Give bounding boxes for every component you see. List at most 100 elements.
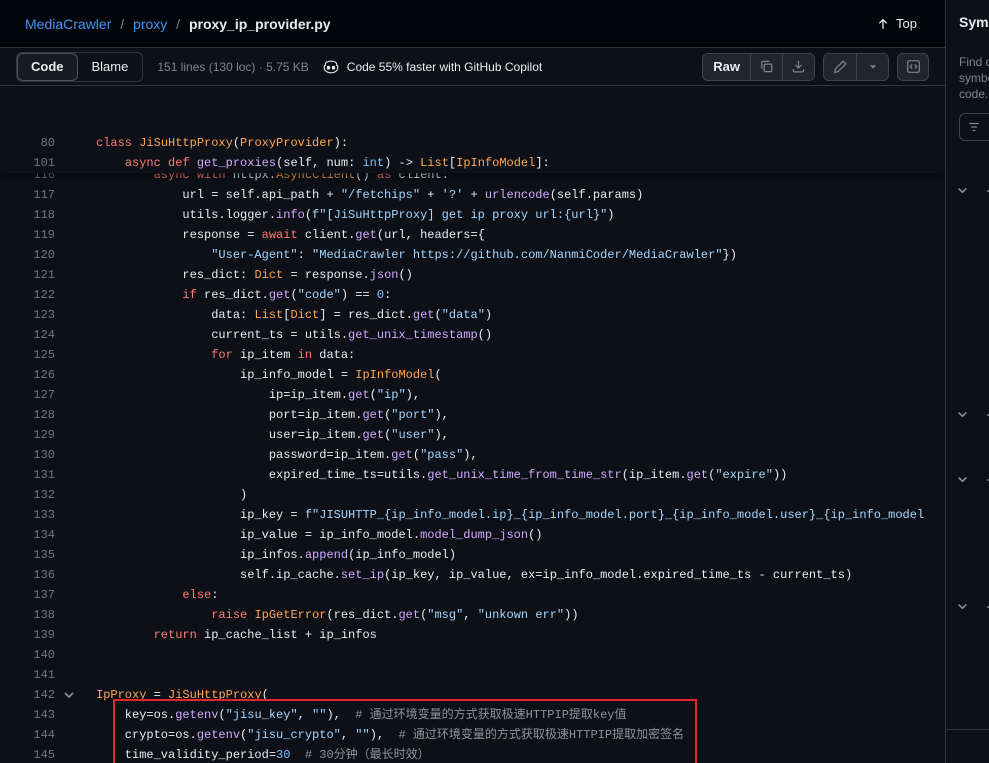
chevron-down-icon: [956, 473, 969, 486]
arrow-up-icon: [876, 17, 890, 31]
copy-icon: [759, 59, 774, 74]
code-text: ip=ip_item.get("ip"),: [55, 385, 420, 405]
symbols-panel-title: Symbols: [959, 14, 989, 30]
line-number[interactable]: 128: [0, 405, 55, 425]
code-text: if res_dict.get("code") == 0:: [55, 285, 391, 305]
code-line-141: 141: [0, 665, 945, 685]
line-number[interactable]: 118: [0, 205, 55, 225]
code-text: "User-Agent": "MediaCrawler https://gith…: [55, 245, 737, 265]
line-number[interactable]: 130: [0, 445, 55, 465]
raw-button[interactable]: Raw: [703, 54, 750, 80]
code-text: ip_value = ip_info_model.model_dump_json…: [55, 525, 543, 545]
code-line-125: 125 for ip_item in data:: [0, 345, 945, 365]
tab-code[interactable]: Code: [17, 53, 78, 81]
line-number[interactable]: 117: [0, 185, 55, 205]
symbol-group-item[interactable]: [956, 408, 989, 421]
breadcrumb: MediaCrawler / proxy / proxy_ip_provider…: [25, 16, 331, 32]
code-line-137: 137 else:: [0, 585, 945, 605]
edit-dropdown-button[interactable]: [856, 54, 888, 80]
code-line-140: 140: [0, 645, 945, 665]
symbols-panel: Symbols Find definitions and references …: [945, 0, 989, 763]
code-text: ip_info_model = IpInfoModel(: [55, 365, 442, 385]
symbols-filter-input[interactable]: [959, 113, 989, 141]
code-line-127: 127 ip=ip_item.get("ip"),: [0, 385, 945, 405]
download-raw-button[interactable]: [782, 54, 814, 80]
symbols-panel-toggle-button[interactable]: [897, 53, 929, 81]
code-text: ip_key = f"JISUHTTP_{ip_info_model.ip}_{…: [55, 505, 924, 525]
code-line-80: 80class JiSuHttpProxy(ProxyProvider):: [0, 133, 945, 153]
code-line-131: 131 expired_time_ts=utils.get_unix_time_…: [0, 465, 945, 485]
code-text: user=ip_item.get("user"),: [55, 425, 449, 445]
line-number[interactable]: 126: [0, 365, 55, 385]
back-to-top-button[interactable]: Top: [868, 12, 925, 35]
line-number[interactable]: 101: [0, 153, 55, 173]
code-line-143: 143 key=os.getenv("jisu_key", ""), # 通过环…: [0, 705, 945, 725]
line-number[interactable]: 120: [0, 245, 55, 265]
code-text: class JiSuHttpProxy(ProxyProvider):: [55, 133, 348, 153]
collapse-chevron-icon[interactable]: [62, 688, 76, 702]
symbols-panel-description: Find definitions and references for func…: [959, 54, 989, 102]
line-number[interactable]: 140: [0, 645, 55, 665]
breadcrumb-dir-link[interactable]: proxy: [133, 16, 167, 32]
edit-file-button[interactable]: [824, 54, 856, 80]
line-number[interactable]: 129: [0, 425, 55, 445]
symbol-group-item[interactable]: [956, 600, 989, 613]
line-number[interactable]: 144: [0, 725, 55, 745]
line-number[interactable]: 135: [0, 545, 55, 565]
symbol-group-item[interactable]: [956, 184, 989, 197]
line-number[interactable]: 125: [0, 345, 55, 365]
code-text: res_dict: Dict = response.json(): [55, 265, 413, 285]
symbol-group-item[interactable]: [956, 473, 989, 486]
breadcrumb-repo-link[interactable]: MediaCrawler: [25, 16, 111, 32]
code-line-101: 101 async def get_proxies(self, num: int…: [0, 153, 945, 173]
line-number[interactable]: 80: [0, 133, 55, 153]
line-number[interactable]: 145: [0, 745, 55, 763]
line-number[interactable]: 123: [0, 305, 55, 325]
line-number[interactable]: 143: [0, 705, 55, 725]
breadcrumb-separator: /: [176, 16, 180, 32]
chevron-down-icon: [956, 600, 969, 613]
line-number[interactable]: 137: [0, 585, 55, 605]
code-line-118: 118 utils.logger.info(f"[JiSuHttpProxy] …: [0, 205, 945, 225]
code-blame-switcher: Code Blame: [16, 52, 143, 82]
tab-blame[interactable]: Blame: [78, 53, 143, 81]
line-number[interactable]: 141: [0, 665, 55, 685]
code-text: utils.logger.info(f"[JiSuHttpProxy] get …: [55, 205, 615, 225]
line-number[interactable]: 131: [0, 465, 55, 485]
code-text: expired_time_ts=utils.get_unix_time_from…: [55, 465, 787, 485]
line-number[interactable]: 136: [0, 565, 55, 585]
line-number[interactable]: 132: [0, 485, 55, 505]
code-line-138: 138 raise IpGetError(res_dict.get("msg",…: [0, 605, 945, 625]
line-number[interactable]: 121: [0, 265, 55, 285]
sticky-lines: 80class JiSuHttpProxy(ProxyProvider):101…: [0, 133, 945, 173]
code-text: response = await client.get(url, headers…: [55, 225, 485, 245]
line-number[interactable]: 138: [0, 605, 55, 625]
line-number[interactable]: 139: [0, 625, 55, 645]
copilot-icon: [323, 59, 339, 75]
line-number[interactable]: 133: [0, 505, 55, 525]
code-line-120: 120 "User-Agent": "MediaCrawler https://…: [0, 245, 945, 265]
filter-icon: [967, 120, 981, 134]
line-number[interactable]: 122: [0, 285, 55, 305]
line-number[interactable]: 134: [0, 525, 55, 545]
code-area: 116 async with httpx.AsyncClient() as cl…: [0, 133, 945, 763]
file-toolbar: Code Blame 151 lines (130 loc) · 5.75 KB…: [0, 48, 945, 86]
code-text: async def get_proxies(self, num: int) ->…: [55, 153, 550, 173]
copy-raw-button[interactable]: [750, 54, 782, 80]
line-number[interactable]: 127: [0, 385, 55, 405]
code-line-132: 132 ): [0, 485, 945, 505]
code-line-128: 128 port=ip_item.get("port"),: [0, 405, 945, 425]
line-number[interactable]: 119: [0, 225, 55, 245]
copilot-banner[interactable]: Code 55% faster with GitHub Copilot: [323, 59, 542, 75]
code-line-129: 129 user=ip_item.get("user"),: [0, 425, 945, 445]
chevron-down-icon: [956, 408, 969, 421]
code-line-130: 130 password=ip_item.get("pass"),: [0, 445, 945, 465]
code-line-117: 117 url = self.api_path + "/fetchips" + …: [0, 185, 945, 205]
code-text: [55, 665, 96, 685]
code-line-145: 145 time_validity_period=30 # 30分钟（最长时效）: [0, 745, 945, 763]
line-number[interactable]: 124: [0, 325, 55, 345]
code-box: Code Blame 151 lines (130 loc) · 5.75 KB…: [0, 47, 945, 763]
pencil-icon: [833, 59, 848, 74]
line-number[interactable]: 142: [0, 685, 55, 705]
breadcrumb-file-name: proxy_ip_provider.py: [189, 16, 331, 32]
